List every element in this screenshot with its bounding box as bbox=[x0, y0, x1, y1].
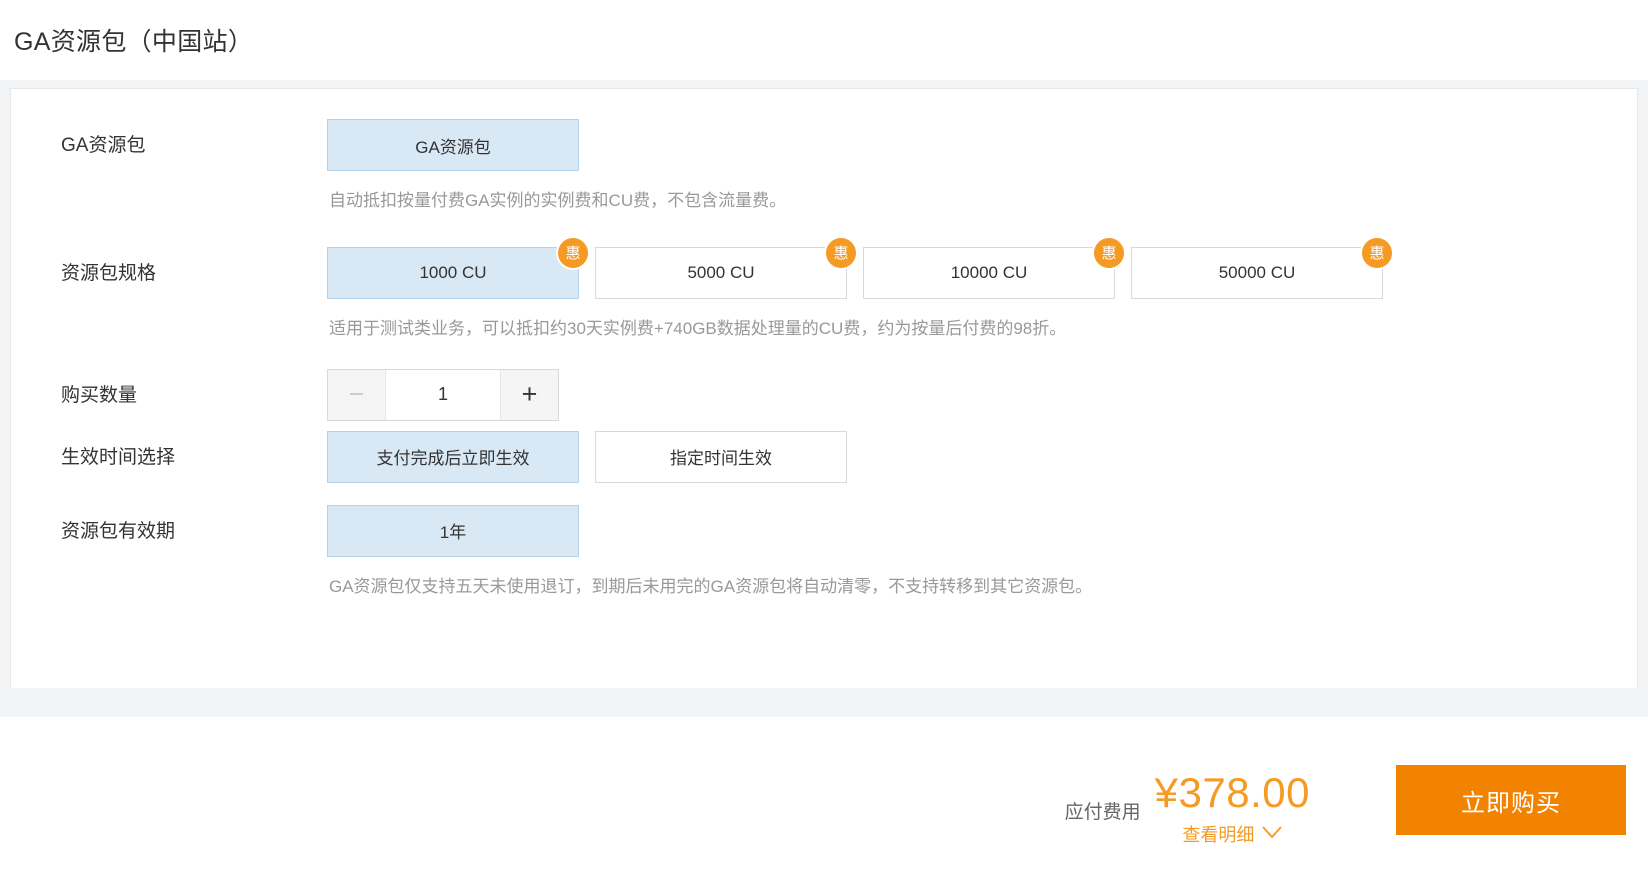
option-effective-scheduled[interactable]: 指定时间生效 bbox=[595, 430, 847, 483]
option-label: 50000 CU bbox=[1218, 262, 1296, 282]
option-group-spec: 1000 CU 惠 5000 CU 惠 10000 CU 惠 50000 CU … bbox=[327, 237, 1637, 299]
option-label: 1年 bbox=[439, 523, 467, 543]
quantity-decrease-button[interactable]: − bbox=[328, 369, 386, 420]
price-area: 应付费用 ¥378.00 查看明细 bbox=[1065, 753, 1310, 847]
option-spec-1000cu[interactable]: 1000 CU 惠 bbox=[327, 237, 588, 299]
row-label-spec: 资源包规格 bbox=[61, 262, 157, 284]
row-label-effective-time: 生效时间选择 bbox=[61, 446, 176, 468]
row-label-package: GA资源包 bbox=[61, 135, 146, 156]
option-group-effective-time: 支付完成后立即生效 指定时间生效 bbox=[327, 430, 1637, 483]
purchase-form-card: GA资源包 GA资源包 自动抵扣按量付费GA实例的实例费和CU费，不包含流量费。… bbox=[10, 88, 1638, 688]
view-detail-label: 查看明细 bbox=[1182, 825, 1255, 846]
option-label: 10000 CU bbox=[950, 262, 1028, 282]
option-label: 指定时间生效 bbox=[670, 449, 772, 469]
option-group-package: GA资源包 bbox=[327, 119, 1637, 171]
option-label: 1000 CU bbox=[419, 262, 487, 282]
option-validity-1year[interactable]: 1年 bbox=[327, 504, 579, 557]
buy-now-button[interactable]: 立即购买 bbox=[1396, 765, 1626, 835]
view-detail-link[interactable]: 查看明细 bbox=[1182, 821, 1282, 847]
option-group-validity: 1年 bbox=[327, 504, 1637, 557]
chevron-down-icon bbox=[1262, 825, 1282, 843]
price-column: ¥378.00 查看明细 bbox=[1154, 768, 1310, 847]
promo-badge-icon: 惠 bbox=[826, 237, 856, 268]
option-label: GA资源包 bbox=[415, 137, 491, 157]
quantity-stepper[interactable]: − 1 + bbox=[327, 368, 559, 421]
option-label: 5000 CU bbox=[687, 262, 755, 282]
hint-package: 自动抵扣按量付费GA实例的实例费和CU费，不包含流量费。 bbox=[329, 191, 787, 210]
row-body-spec: 1000 CU 惠 5000 CU 惠 10000 CU 惠 50000 CU … bbox=[327, 237, 1637, 341]
option-effective-immediate[interactable]: 支付完成后立即生效 bbox=[327, 430, 579, 483]
form-row-validity: 资源包有效期 1年 GA资源包仅支持五天未使用退订，到期后未用完的GA资源包将自… bbox=[11, 504, 1637, 599]
price-label: 应付费用 bbox=[1064, 801, 1141, 823]
option-label: 支付完成后立即生效 bbox=[376, 449, 530, 469]
option-spec-10000cu[interactable]: 10000 CU 惠 bbox=[863, 237, 1124, 299]
promo-badge-icon: 惠 bbox=[1362, 237, 1392, 268]
form-row-quantity: 购买数量 − 1 + bbox=[11, 368, 1637, 421]
form-row-effective-time: 生效时间选择 支付完成后立即生效 指定时间生效 bbox=[11, 430, 1637, 483]
quantity-increase-button[interactable]: + bbox=[500, 369, 558, 420]
form-row-spec: 资源包规格 1000 CU 惠 5000 CU 惠 10000 CU 惠 500… bbox=[11, 237, 1637, 341]
option-spec-50000cu[interactable]: 50000 CU 惠 bbox=[1131, 237, 1392, 299]
hint-validity: GA资源包仅支持五天未使用退订，到期后未用完的GA资源包将自动清零，不支持转移到… bbox=[329, 576, 1093, 596]
option-package-ga[interactable]: GA资源包 bbox=[327, 119, 579, 171]
row-body-quantity: − 1 + bbox=[327, 368, 1637, 421]
promo-badge-icon: 惠 bbox=[558, 237, 588, 268]
price-value: ¥378.00 bbox=[1154, 768, 1310, 816]
row-body-package: GA资源包 自动抵扣按量付费GA实例的实例费和CU费，不包含流量费。 bbox=[327, 119, 1637, 213]
option-spec-5000cu[interactable]: 5000 CU 惠 bbox=[595, 237, 856, 299]
promo-badge-icon: 惠 bbox=[1094, 237, 1124, 268]
page-header: GA资源包（中国站） bbox=[0, 0, 1648, 80]
hint-spec: 适用于测试类业务，可以抵扣约30天实例费+740GB数据处理量的CU费，约为按量… bbox=[329, 318, 1067, 338]
quantity-input[interactable]: 1 bbox=[386, 369, 500, 420]
row-body-validity: 1年 GA资源包仅支持五天未使用退订，到期后未用完的GA资源包将自动清零，不支持… bbox=[327, 504, 1637, 599]
row-label-validity: 资源包有效期 bbox=[61, 520, 176, 542]
row-body-effective-time: 支付完成后立即生效 指定时间生效 bbox=[327, 430, 1637, 483]
form-row-package: GA资源包 GA资源包 自动抵扣按量付费GA实例的实例费和CU费，不包含流量费。 bbox=[11, 119, 1637, 213]
row-label-quantity: 购买数量 bbox=[61, 384, 138, 406]
purchase-footer-bar: 应付费用 ¥378.00 查看明细 立即购买 bbox=[0, 717, 1648, 883]
page-title: GA资源包（中国站） bbox=[14, 28, 254, 56]
